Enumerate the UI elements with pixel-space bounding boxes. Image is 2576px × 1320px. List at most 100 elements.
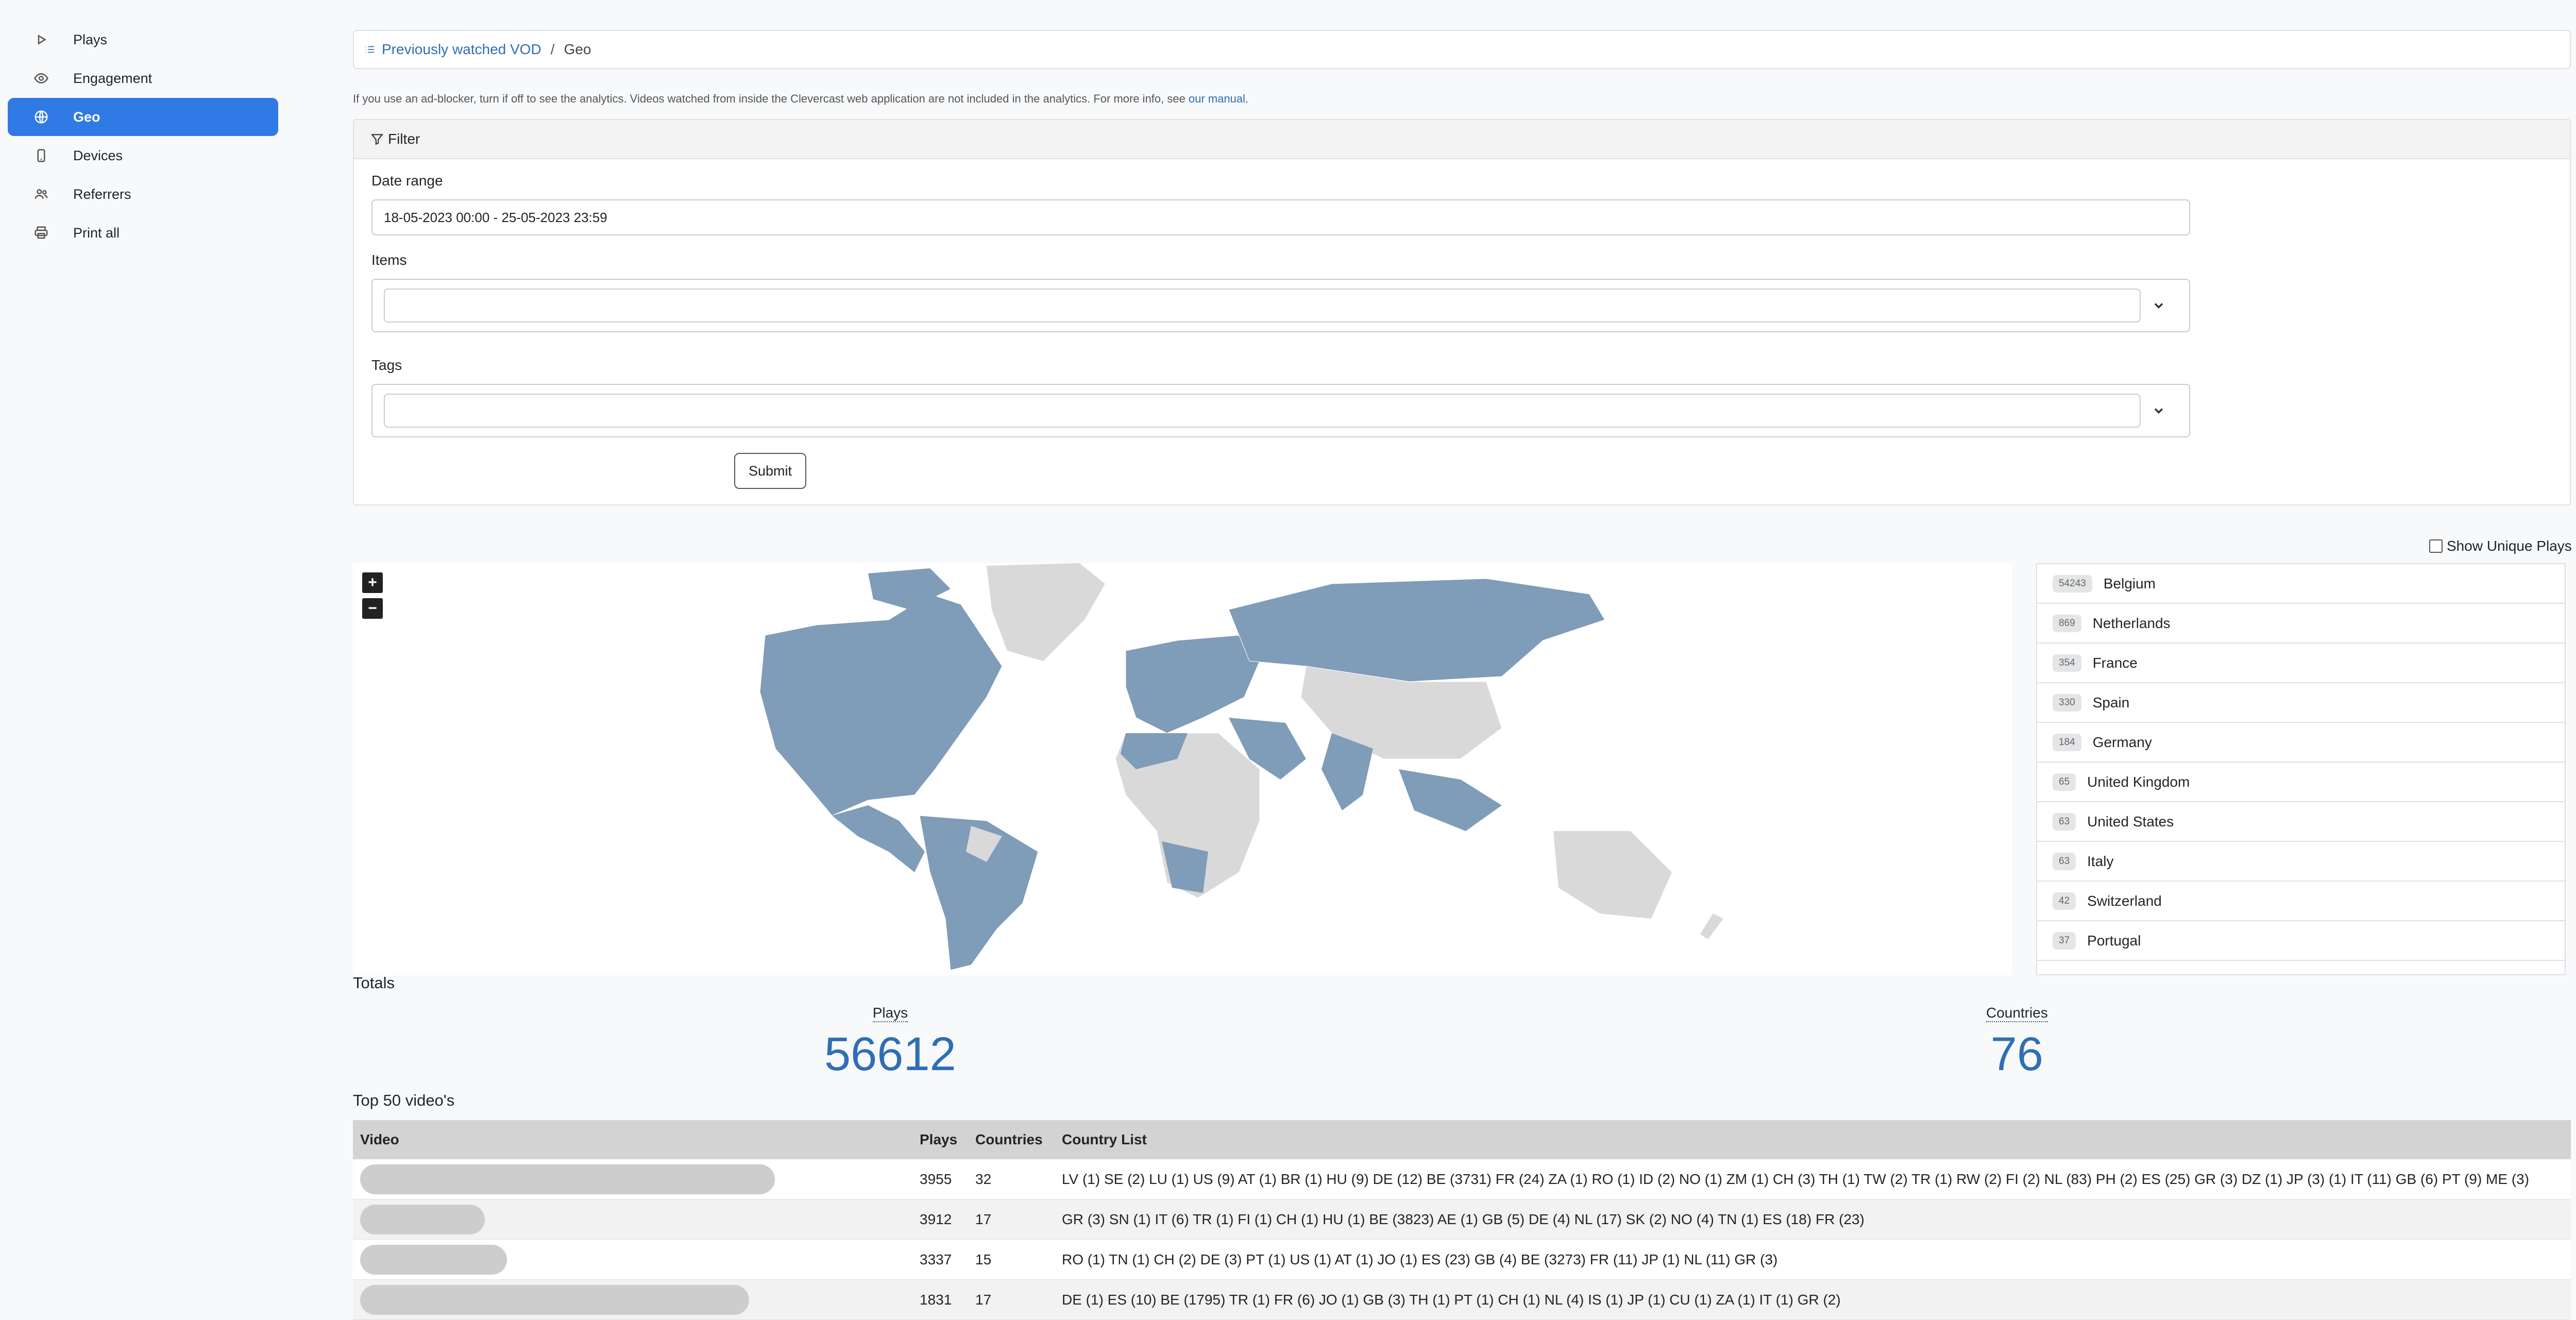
tags-input[interactable] <box>384 394 2141 428</box>
country-list-cell: RO (1) TN (1) CH (2) DE (3) PT (1) US (1… <box>1055 1239 2571 1280</box>
country-count-badge: 54243 <box>2053 574 2092 593</box>
country-count-badge: 354 <box>2053 654 2081 672</box>
top-videos-table: Video Plays Countries Country List 3955 … <box>353 1120 2571 1320</box>
plays-value: 56612 <box>824 1028 956 1080</box>
country-name: Netherlands <box>2092 615 2171 631</box>
sidebar-item-label: Plays <box>73 31 108 47</box>
sidebar-item-plays[interactable]: Plays <box>8 21 278 59</box>
items-label: Items <box>371 252 407 268</box>
video-cell[interactable] <box>353 1159 912 1199</box>
sidebar-item-devices[interactable]: Devices <box>8 137 278 175</box>
breadcrumb: Previously watched VOD / Geo <box>353 30 2571 69</box>
plays-stat: Plays 56612 <box>824 1005 956 1081</box>
country-name: Italy <box>2087 853 2114 869</box>
sidebar-item-label: Geo <box>73 109 100 125</box>
north-america-shape <box>759 594 1003 816</box>
country-name: Switzerland <box>2087 892 2162 909</box>
breadcrumb-link[interactable]: Previously watched VOD <box>364 41 541 58</box>
country-count-badge: 42 <box>2053 892 2076 910</box>
phone-icon <box>31 145 52 166</box>
video-cell[interactable] <box>353 1239 912 1280</box>
submit-button[interactable]: Submit <box>734 453 806 489</box>
sidebar-item-label: Print all <box>73 225 120 241</box>
country-row: 63 Italy <box>2037 842 2565 882</box>
map-canvas <box>759 563 1723 971</box>
countries-cell: 15 <box>968 1239 1055 1280</box>
table-row: 3912 17 GR (3) SN (1) IT (6) TR (1) FI (… <box>353 1199 2571 1240</box>
country-name: Portugal <box>2087 932 2141 949</box>
header-video[interactable]: Video <box>353 1120 912 1159</box>
country-row: 869 Netherlands <box>2037 604 2565 644</box>
show-unique-checkbox[interactable] <box>2429 539 2443 553</box>
video-cell[interactable] <box>353 1199 912 1240</box>
country-name: Spain <box>2092 694 2130 710</box>
show-unique-plays[interactable]: Show Unique Plays <box>2429 538 2572 554</box>
zoom-out-button[interactable]: − <box>362 598 383 619</box>
russia-shape <box>1228 578 1605 682</box>
zoom-in-button[interactable]: + <box>362 572 383 593</box>
countries-label: Countries <box>1986 1005 2048 1022</box>
country-row: 184 Germany <box>2037 723 2565 763</box>
country-count-badge: 869 <box>2053 614 2081 632</box>
date-range-input[interactable]: 18-05-2023 00:00 - 25-05-2023 23:59 <box>371 199 2190 235</box>
video-title-redacted <box>360 1284 749 1315</box>
items-input[interactable] <box>384 289 2141 323</box>
country-row: 54243 Belgium <box>2037 564 2565 604</box>
country-name: Belgium <box>2103 575 2156 591</box>
list-icon <box>365 46 375 53</box>
users-icon <box>31 184 52 205</box>
country-list[interactable]: 54243 Belgium 869 Netherlands 354 France 33… <box>2036 563 2566 975</box>
country-count-badge: 65 <box>2053 773 2076 791</box>
table-row: 3337 15 RO (1) TN (1) CH (2) DE (3) PT (… <box>353 1239 2571 1280</box>
country-row: 330 Spain <box>2037 683 2565 723</box>
manual-link[interactable]: our manual <box>1189 92 1245 105</box>
greenland-shape <box>987 563 1105 661</box>
country-name: United States <box>2087 813 2174 830</box>
europe-shape <box>1125 635 1260 734</box>
sidebar-item-engagement[interactable]: Engagement <box>8 59 278 97</box>
plays-cell: 3912 <box>912 1199 968 1240</box>
southeast-asia-shape <box>1399 769 1502 831</box>
countries-cell: 17 <box>968 1199 1055 1240</box>
video-title-redacted <box>360 1164 775 1194</box>
show-unique-label: Show Unique Plays <box>2447 538 2572 554</box>
header-plays[interactable]: Plays <box>912 1120 968 1159</box>
countries-cell: 17 <box>968 1279 1055 1320</box>
header-country-list[interactable]: Country List <box>1055 1120 2571 1159</box>
filter-header[interactable]: Filter <box>354 120 2570 159</box>
country-count-badge: 37 <box>2053 932 2076 950</box>
plays-label: Plays <box>872 1005 908 1022</box>
sidebar-item-print-all[interactable]: Print all <box>8 214 278 252</box>
tags-select[interactable] <box>371 384 2190 437</box>
video-title-redacted <box>360 1244 507 1275</box>
country-list-cell: LV (1) SE (2) LU (1) US (9) AT (1) BR (1… <box>1055 1159 2571 1199</box>
play-icon <box>31 29 52 50</box>
sidebar-item-referrers[interactable]: Referrers <box>8 175 278 213</box>
country-name: Germany <box>2092 734 2152 750</box>
sidebar: Plays Engagement Geo Devices Referrers P… <box>8 21 278 252</box>
table-row: 3955 32 LV (1) SE (2) LU (1) US (9) AT (… <box>353 1159 2571 1199</box>
items-select[interactable] <box>371 279 2190 332</box>
top-videos-title: Top 50 video's <box>353 1091 455 1109</box>
countries-stat: Countries 76 <box>1986 1005 2048 1081</box>
country-list-cell: DE (1) ES (10) BE (1795) TR (1) FR (6) J… <box>1055 1279 2571 1320</box>
world-map[interactable]: + − <box>353 563 2012 975</box>
countries-cell: 32 <box>968 1159 1055 1199</box>
chevron-down-icon[interactable] <box>2141 403 2177 418</box>
plays-cell: 3955 <box>912 1159 968 1199</box>
filter-icon <box>371 134 383 145</box>
info-text: If you use an ad-blocker, turn if off to… <box>353 92 2571 106</box>
sidebar-item-geo[interactable]: Geo <box>8 98 278 136</box>
header-countries[interactable]: Countries <box>968 1120 1055 1159</box>
country-count-badge: 63 <box>2053 852 2076 870</box>
video-cell[interactable] <box>353 1279 912 1320</box>
country-name: France <box>2092 654 2138 671</box>
video-title-redacted <box>360 1204 485 1234</box>
info-message: If you use an ad-blocker, turn if off to… <box>353 92 1189 105</box>
chevron-down-icon[interactable] <box>2141 298 2177 313</box>
country-row: 63 United States <box>2037 802 2565 842</box>
country-row: 65 United Kingdom <box>2037 763 2565 802</box>
country-row: 354 France <box>2037 644 2565 683</box>
country-count-badge: 330 <box>2053 693 2081 712</box>
breadcrumb-parent: Previously watched VOD <box>382 41 541 57</box>
